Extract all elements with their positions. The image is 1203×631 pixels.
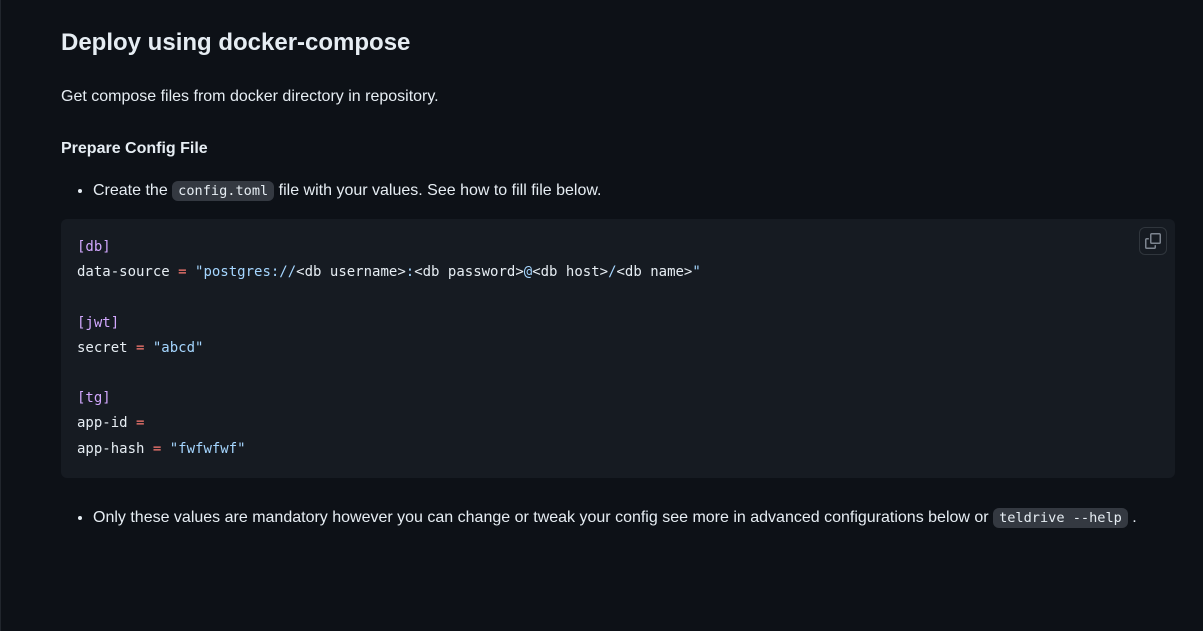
section-jwt: [jwt] <box>77 315 119 331</box>
bullet2-prefix: Only these values are mandatory however … <box>93 509 993 526</box>
key-data-source: data-source <box>77 264 170 280</box>
page-title: Deploy using docker-compose <box>61 25 1175 61</box>
code-content: [db] data-source = "postgres://<db usern… <box>77 235 1159 462</box>
list-item: Only these values are mandatory however … <box>93 506 1175 530</box>
help-command-code: teldrive --help <box>993 508 1128 528</box>
list-item: Create the config.toml file with your va… <box>93 179 1175 203</box>
config-file-code: config.toml <box>172 181 274 201</box>
key-secret: secret <box>77 340 128 356</box>
copy-button[interactable] <box>1139 227 1167 255</box>
subheading: Prepare Config File <box>61 137 1175 161</box>
instruction-list-2: Only these values are mandatory however … <box>61 506 1175 530</box>
section-db: [db] <box>77 239 111 255</box>
key-app-id: app-id <box>77 415 128 431</box>
section-tg: [tg] <box>77 390 111 406</box>
intro-text: Get compose files from docker directory … <box>61 85 1175 109</box>
key-app-hash: app-hash <box>77 441 144 457</box>
instruction-list: Create the config.toml file with your va… <box>61 179 1175 203</box>
bullet1-prefix: Create the <box>93 182 172 199</box>
bullet1-suffix: file with your values. See how to fill f… <box>279 182 602 199</box>
copy-icon <box>1145 233 1161 249</box>
code-block: [db] data-source = "postgres://<db usern… <box>61 219 1175 478</box>
bullet2-suffix: . <box>1132 509 1136 526</box>
